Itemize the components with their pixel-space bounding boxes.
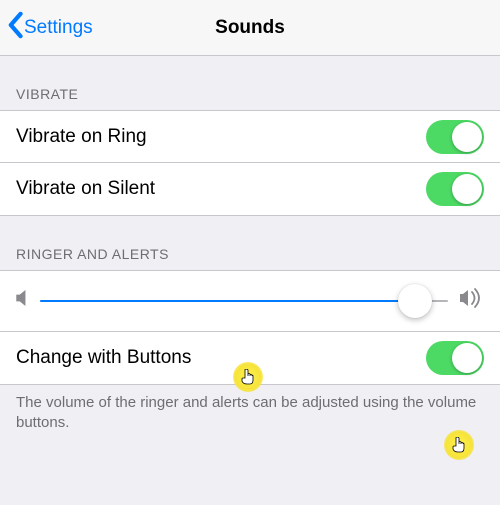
toggle-change-with-buttons[interactable] [426, 341, 484, 375]
navbar: Settings Sounds [0, 0, 500, 56]
row-change-with-buttons: Change with Buttons [0, 332, 500, 384]
row-label: Change with Buttons [16, 347, 191, 369]
row-vibrate-on-silent: Vibrate on Silent [0, 163, 500, 215]
toggle-vibrate-on-ring[interactable] [426, 120, 484, 154]
row-label: Vibrate on Silent [16, 178, 155, 200]
row-volume-slider [0, 271, 500, 332]
chevron-left-icon [6, 11, 24, 45]
row-label: Vibrate on Ring [16, 126, 147, 148]
back-button[interactable]: Settings [0, 11, 93, 45]
group-ringer: Change with Buttons [0, 270, 500, 385]
pointer-highlight-icon [444, 430, 474, 460]
back-label: Settings [24, 17, 93, 39]
group-vibrate: Vibrate on Ring Vibrate on Silent [0, 110, 500, 216]
section-footer-ringer: The volume of the ringer and alerts can … [0, 385, 500, 434]
volume-slider[interactable] [40, 283, 448, 319]
section-header-vibrate: VIBRATE [0, 56, 500, 110]
row-vibrate-on-ring: Vibrate on Ring [0, 111, 500, 163]
volume-low-icon [16, 290, 28, 312]
section-header-ringer: RINGER AND ALERTS [0, 216, 500, 270]
toggle-vibrate-on-silent[interactable] [426, 172, 484, 206]
volume-high-icon [460, 288, 484, 314]
